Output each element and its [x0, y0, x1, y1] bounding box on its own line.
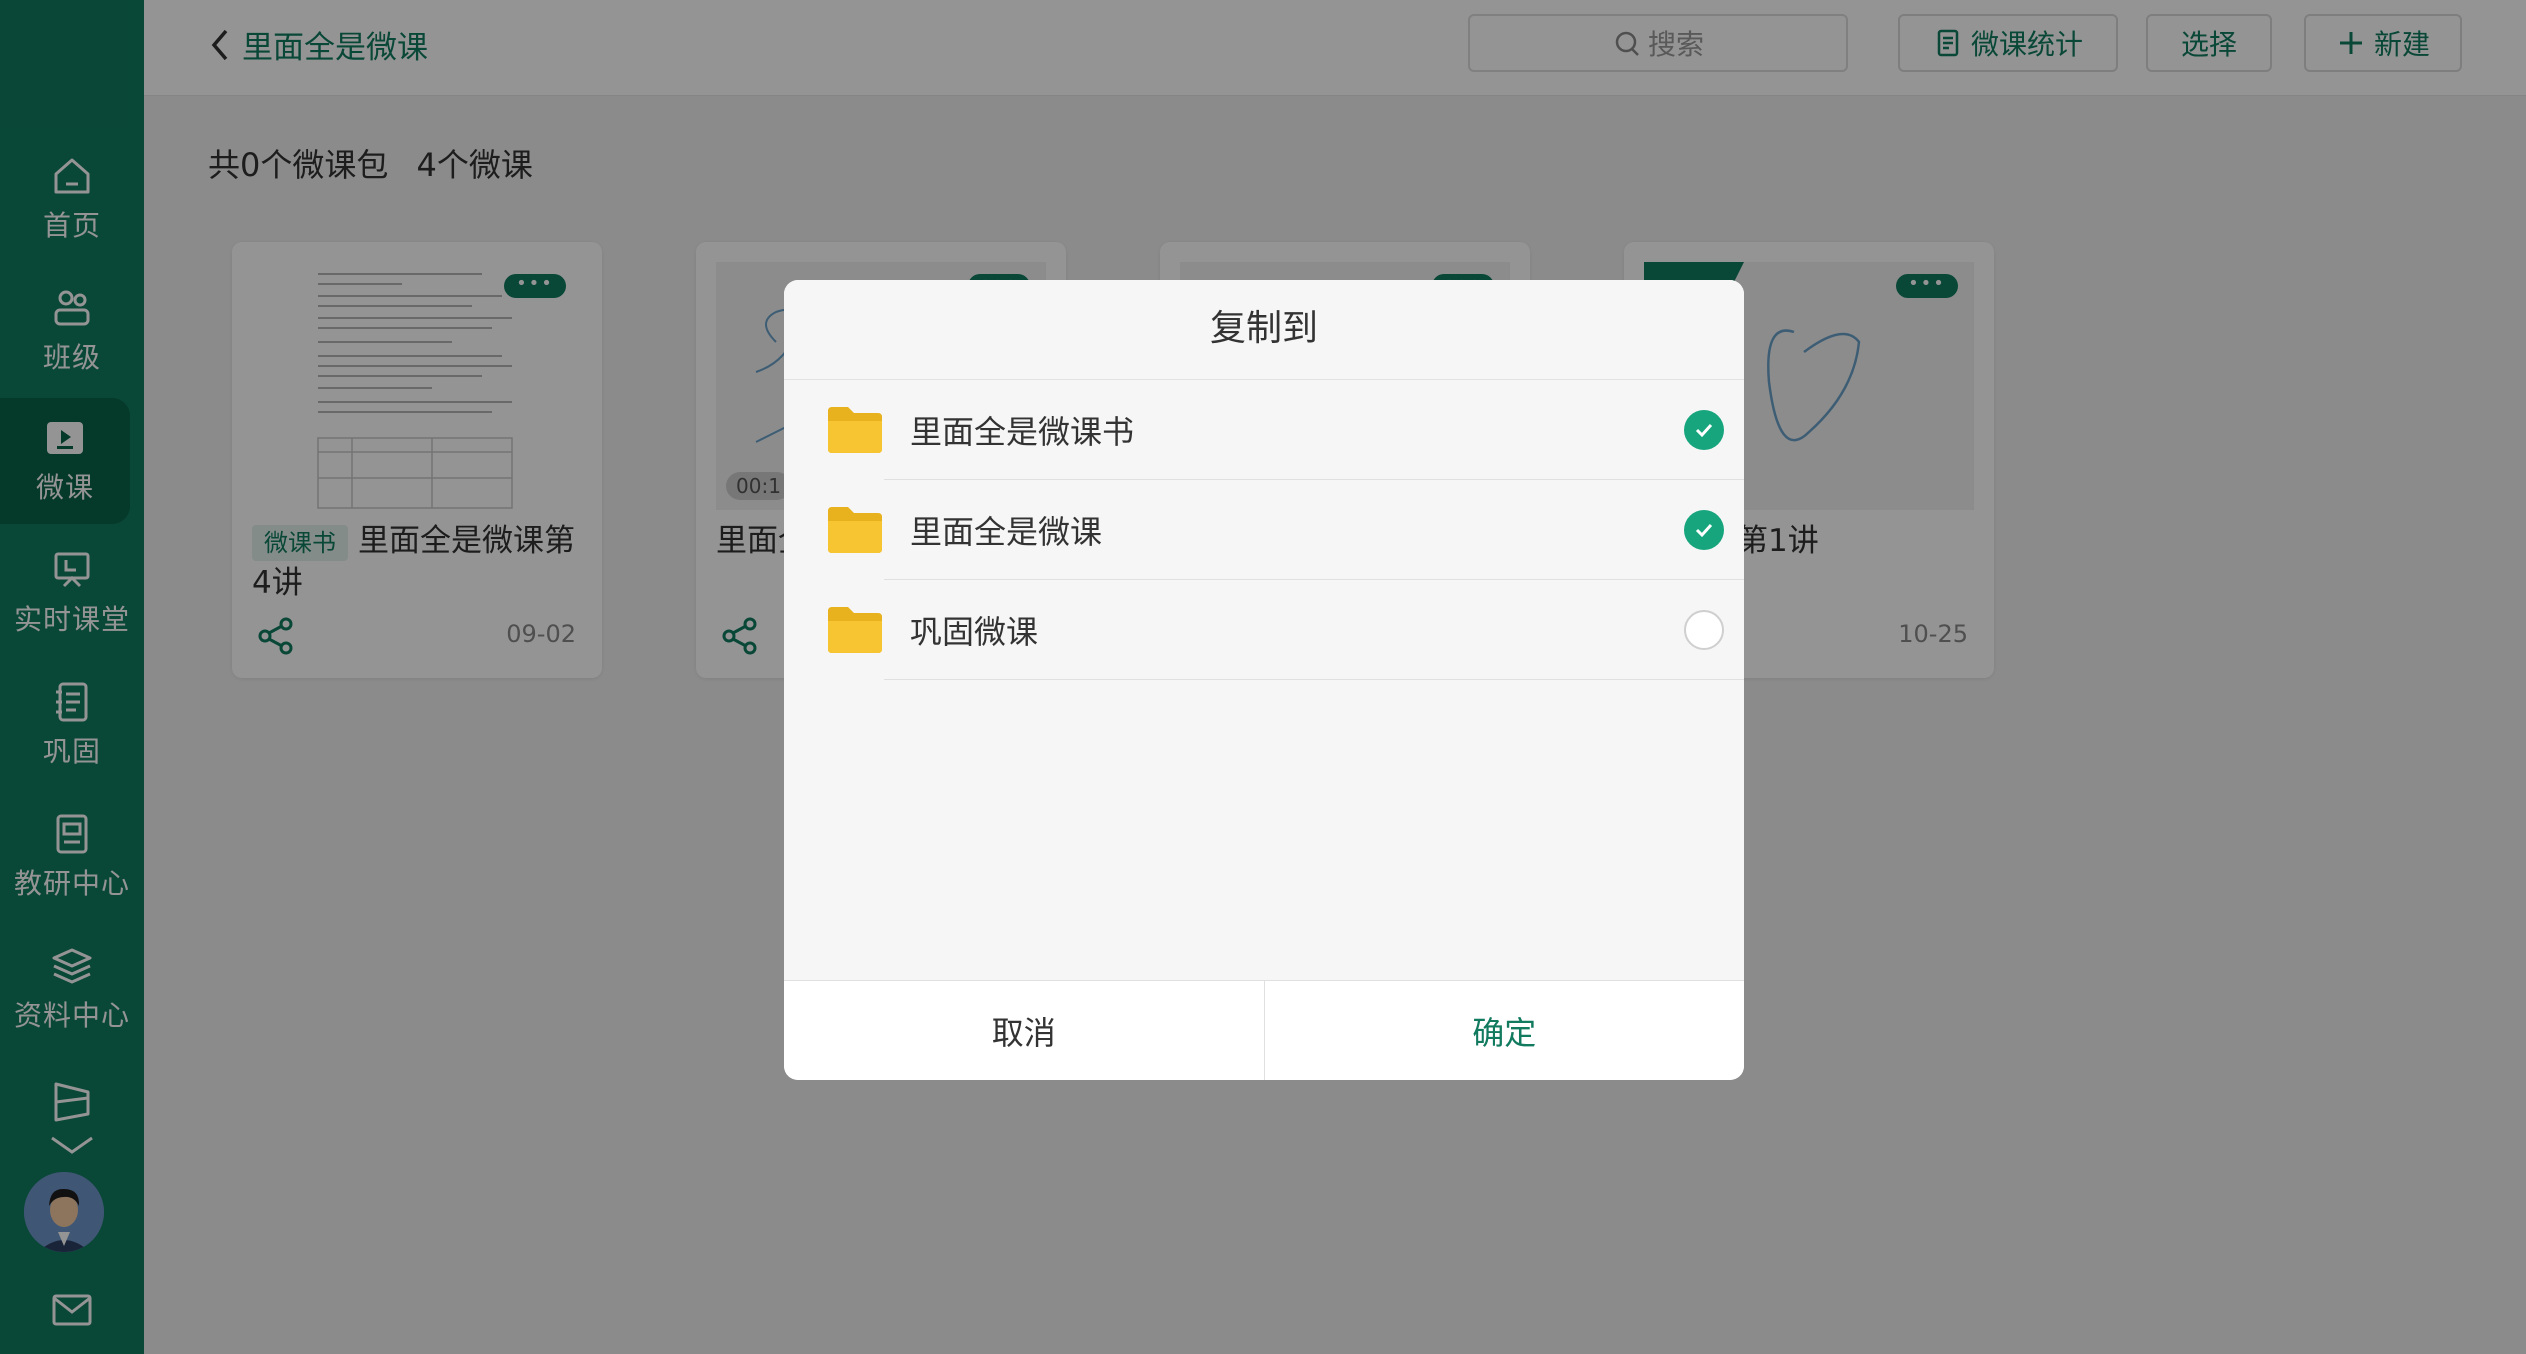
- confirm-button[interactable]: 确定: [1265, 981, 1745, 1080]
- dialog-title: 复制到: [784, 280, 1744, 380]
- cancel-button[interactable]: 取消: [784, 981, 1265, 1080]
- folder-option[interactable]: 里面全是微课书: [784, 380, 1744, 480]
- folder-name: 巩固微课: [910, 613, 1039, 651]
- folder-name: 里面全是微课: [910, 513, 1103, 551]
- folder-option[interactable]: 里面全是微课: [784, 480, 1744, 580]
- copy-to-dialog: 复制到 里面全是微课书 里面全是微课 巩固微课 取消 确定: [784, 280, 1744, 1080]
- checkbox-unchecked[interactable]: [1684, 610, 1724, 650]
- folder-icon: [828, 507, 882, 553]
- folder-name: 里面全是微课书: [910, 413, 1135, 451]
- dialog-footer: 取消 确定: [784, 980, 1744, 1080]
- folder-icon: [828, 407, 882, 453]
- divider: [884, 679, 1744, 680]
- checkbox-checked[interactable]: [1684, 510, 1724, 550]
- checkmark-icon: [1695, 423, 1713, 438]
- checkbox-checked[interactable]: [1684, 410, 1724, 450]
- folder-icon: [828, 607, 882, 653]
- folder-option[interactable]: 巩固微课: [784, 580, 1744, 680]
- checkmark-icon: [1695, 523, 1713, 538]
